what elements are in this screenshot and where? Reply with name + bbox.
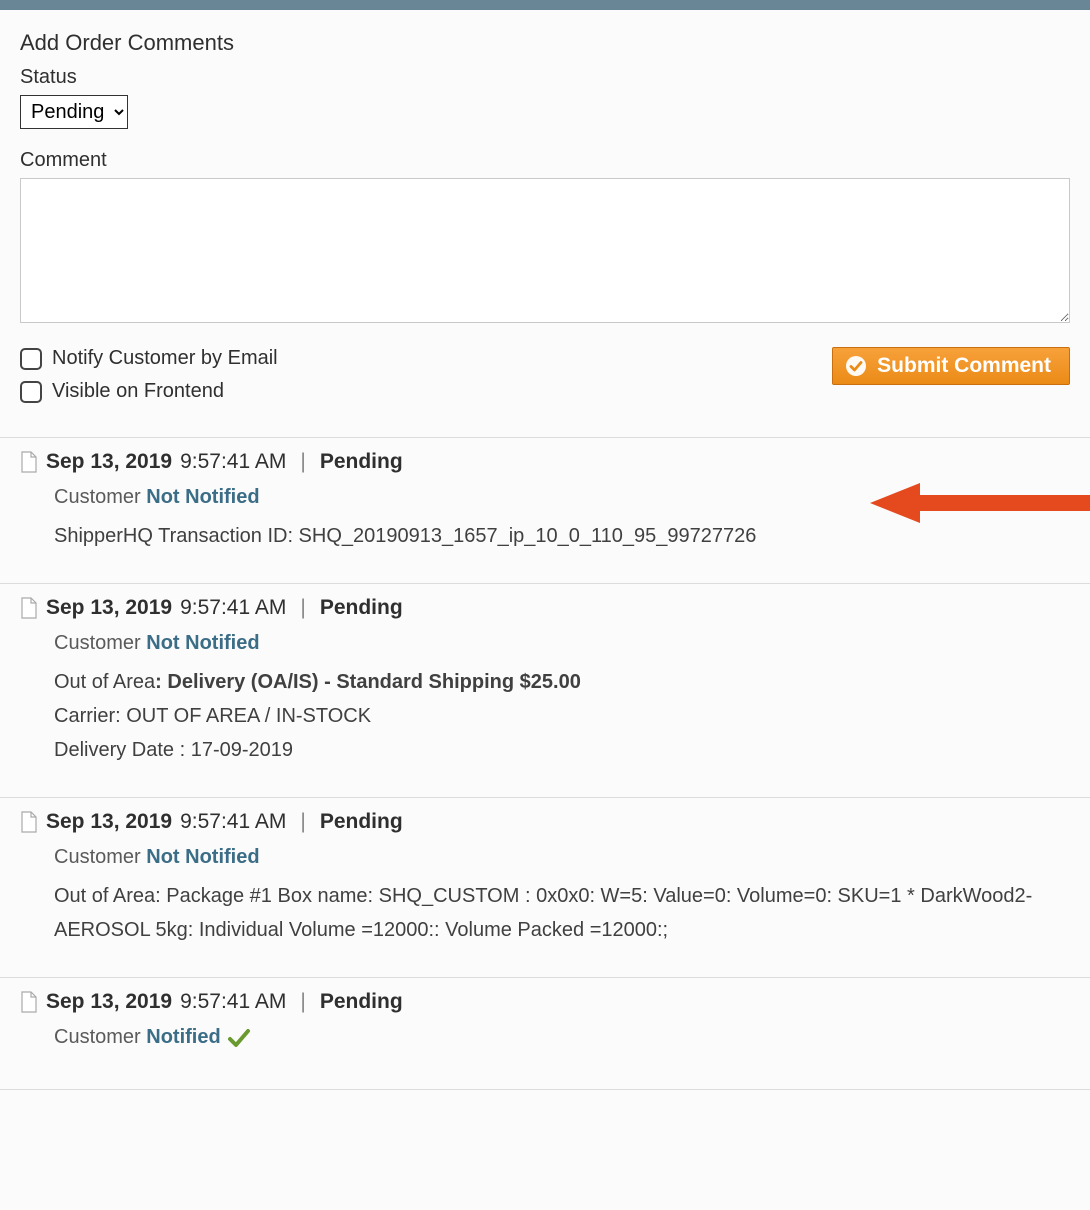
notify-customer-checkbox-row[interactable]: Notify Customer by Email (20, 347, 278, 370)
order-comments-panel: Add Order Comments Status Pending Commen… (0, 10, 1090, 1090)
customer-notification-line: Customer Not Notified (20, 846, 1070, 869)
pointer-arrow-icon (870, 478, 1090, 528)
history-status: Pending (320, 596, 403, 620)
customer-label: Customer (54, 632, 141, 654)
history-date: Sep 13, 2019 (46, 810, 172, 834)
history-status: Pending (320, 810, 403, 834)
customer-label: Customer (54, 1026, 141, 1048)
notify-customer-checkbox[interactable] (20, 348, 42, 370)
comment-textarea[interactable] (20, 178, 1070, 323)
submit-comment-label: Submit Comment (877, 354, 1051, 378)
page-icon (20, 451, 38, 473)
history-time: 9:57:41 AM (180, 596, 286, 620)
page-icon (20, 811, 38, 833)
history-body-line: Carrier: OUT OF AREA / IN-STOCK (20, 699, 1070, 733)
visible-frontend-label: Visible on Frontend (52, 380, 224, 403)
separator: | (294, 810, 311, 834)
comment-label: Comment (20, 149, 1070, 172)
separator: | (294, 450, 311, 474)
comment-history: Sep 13, 2019 9:57:41 AM | Pending Customer … (0, 437, 1090, 1089)
history-date: Sep 13, 2019 (46, 596, 172, 620)
history-status: Pending (320, 450, 403, 474)
page-icon (20, 991, 38, 1013)
customer-label: Customer (54, 846, 141, 868)
history-time: 9:57:41 AM (180, 990, 286, 1014)
notified-check-icon (227, 1028, 251, 1048)
notification-status: Not Notified (146, 632, 259, 654)
history-item: Sep 13, 2019 9:57:41 AM | Pending Customer … (0, 797, 1090, 977)
top-accent-bar (0, 0, 1090, 10)
history-time: 9:57:41 AM (180, 810, 286, 834)
history-body: Out of Area: Package #1 Box name: SHQ_CU… (20, 879, 1070, 947)
separator: | (294, 990, 311, 1014)
history-time: 9:57:41 AM (180, 450, 286, 474)
check-circle-icon (845, 355, 867, 377)
visible-frontend-checkbox[interactable] (20, 381, 42, 403)
history-item: Sep 13, 2019 9:57:41 AM | Pending Customer … (0, 583, 1090, 797)
notification-status: Not Notified (146, 846, 259, 868)
page-icon (20, 597, 38, 619)
customer-notification-line: Customer Notified (20, 1026, 1070, 1049)
history-status: Pending (320, 990, 403, 1014)
history-date: Sep 13, 2019 (46, 450, 172, 474)
customer-notification-line: Customer Not Notified (20, 632, 1070, 655)
notify-customer-label: Notify Customer by Email (52, 347, 278, 370)
bottom-divider (0, 1089, 1090, 1090)
history-item: Sep 13, 2019 9:57:41 AM|PendingCustomer … (0, 437, 1090, 583)
history-date: Sep 13, 2019 (46, 990, 172, 1014)
visible-frontend-checkbox-row[interactable]: Visible on Frontend (20, 380, 278, 403)
history-body: Out of Area: Delivery (OA/IS) - Standard… (20, 665, 1070, 699)
history-item: Sep 13, 2019 9:57:41 AM | Pending Customer … (0, 977, 1090, 1089)
notification-status: Not Notified (146, 486, 259, 508)
separator: | (294, 596, 311, 620)
history-body-line: Delivery Date : 17-09-2019 (20, 733, 1070, 767)
status-label: Status (20, 66, 1070, 89)
status-select[interactable]: Pending (20, 95, 128, 129)
panel-heading: Add Order Comments (20, 30, 1070, 56)
customer-label: Customer (54, 486, 141, 508)
submit-comment-button[interactable]: Submit Comment (832, 347, 1070, 385)
notification-status: Notified (146, 1026, 220, 1048)
